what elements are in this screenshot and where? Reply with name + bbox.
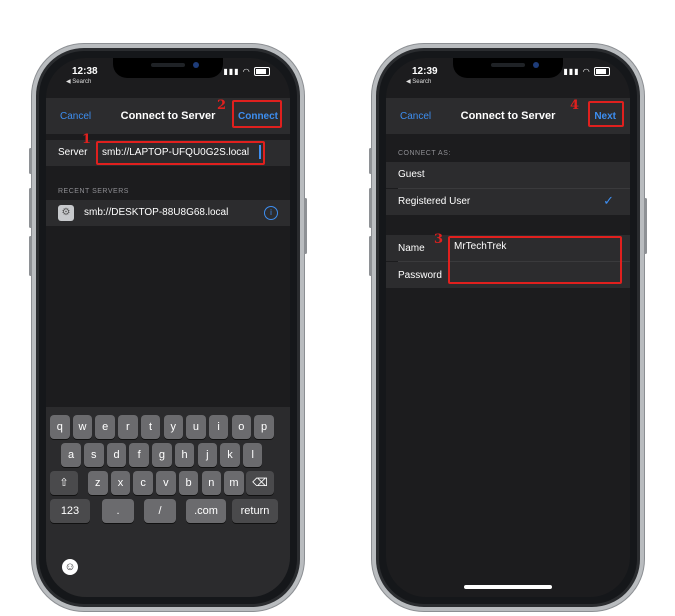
status-time: 12:39	[412, 66, 438, 77]
dotcom-key[interactable]: .com	[186, 499, 226, 523]
recent-servers-heading: RECENT SERVERS	[58, 188, 129, 195]
info-icon[interactable]: i	[264, 206, 278, 220]
recent-server-label: smb://DESKTOP-88U8G68.local	[84, 207, 229, 218]
connect-highlight-box	[232, 100, 282, 128]
key-z[interactable]: z	[88, 471, 108, 495]
slash-key[interactable]: /	[144, 499, 176, 523]
annotation-2: 2	[217, 98, 227, 113]
wifi-icon: ◠	[242, 67, 251, 76]
phone-side-button	[29, 236, 32, 276]
connect-as-heading: CONNECT AS:	[398, 150, 451, 157]
key-b[interactable]: b	[178, 471, 199, 495]
key-y[interactable]: y	[163, 415, 183, 439]
key-g[interactable]: g	[152, 443, 172, 467]
backspace-key-icon[interactable]: ⌫	[246, 471, 274, 495]
battery-icon	[594, 67, 610, 77]
guest-option[interactable]: Guest	[386, 162, 630, 188]
phone-side-button	[369, 188, 372, 228]
phone-side-button	[369, 148, 372, 174]
key-q[interactable]: q	[50, 415, 70, 439]
key-p[interactable]: p	[254, 415, 274, 439]
guest-label: Guest	[398, 169, 425, 180]
phone-side-button	[369, 236, 372, 276]
return-key[interactable]: return	[232, 499, 278, 523]
annotation-1: 1	[82, 132, 92, 147]
left-screen: 12:38 ◀ Search ▮▮▮ ◠ Cancel Connect to S…	[46, 58, 290, 597]
key-r[interactable]: r	[118, 415, 138, 439]
shift-key-icon[interactable]: ⇧	[50, 471, 78, 495]
name-label: Name	[398, 243, 425, 254]
key-h[interactable]: h	[174, 443, 195, 467]
keyboard: q w e r t y u i o p a s d f g h j k l ⇧ z x c v b n m ⌫ 123. / .com ret…	[46, 407, 290, 597]
annotation-3: 3	[434, 232, 444, 247]
key-o[interactable]: o	[231, 415, 252, 439]
key-c[interactable]: c	[133, 471, 153, 495]
key-k[interactable]: k	[220, 443, 240, 467]
emoji-icon[interactable]: ☺	[62, 559, 78, 575]
key-l[interactable]: l	[242, 443, 263, 467]
back-to-search-link[interactable]: ◀ Search	[66, 78, 91, 85]
status-icons: ▮▮▮ ◠	[223, 67, 270, 77]
key-u[interactable]: u	[186, 415, 206, 439]
phone-power-button	[304, 198, 307, 254]
status-bar: 12:39 ◀ Search ▮▮▮ ◠	[386, 66, 630, 90]
annotation-4: 4	[570, 98, 580, 113]
period-key[interactable]: .	[102, 499, 134, 523]
key-i[interactable]: i	[208, 415, 229, 439]
back-to-search-link[interactable]: ◀ Search	[406, 78, 431, 85]
server-highlight-box	[96, 141, 265, 165]
key-t[interactable]: t	[140, 415, 161, 439]
numbers-key[interactable]: 123	[50, 499, 90, 523]
signal-icon: ▮▮▮	[563, 67, 580, 76]
status-time: 12:38	[72, 66, 98, 77]
status-bar: 12:38 ◀ Search ▮▮▮ ◠	[46, 66, 290, 90]
phone-side-button	[29, 188, 32, 228]
key-w[interactable]: w	[72, 415, 93, 439]
checkmark-icon: ✓	[603, 193, 614, 208]
server-label: Server	[58, 147, 88, 158]
key-a[interactable]: a	[61, 443, 81, 467]
battery-icon	[254, 67, 270, 77]
left-phone-frame: 12:38 ◀ Search ▮▮▮ ◠ Cancel Connect to S…	[29, 44, 307, 611]
key-x[interactable]: x	[110, 471, 131, 495]
key-s[interactable]: s	[84, 443, 104, 467]
credentials-highlight-box	[448, 236, 622, 284]
key-e[interactable]: e	[95, 415, 115, 439]
server-folder-icon: ⚙	[58, 205, 74, 221]
next-highlight-box	[588, 101, 624, 127]
password-label: Password	[398, 270, 442, 281]
registered-user-option[interactable]: Registered User ✓	[386, 189, 630, 215]
phone-power-button	[644, 198, 647, 254]
wifi-icon: ◠	[582, 67, 591, 76]
key-d[interactable]: d	[106, 443, 127, 467]
status-icons: ▮▮▮ ◠	[563, 67, 610, 77]
key-f[interactable]: f	[129, 443, 149, 467]
signal-icon: ▮▮▮	[223, 67, 240, 76]
phone-side-button	[29, 148, 32, 174]
key-n[interactable]: n	[201, 471, 221, 495]
right-phone-frame: 12:39 ◀ Search ▮▮▮ ◠ Cancel Connect to S…	[369, 44, 647, 611]
key-j[interactable]: j	[197, 443, 218, 467]
registered-user-label: Registered User	[398, 196, 471, 207]
right-screen: 12:39 ◀ Search ▮▮▮ ◠ Cancel Connect to S…	[386, 58, 630, 597]
key-m[interactable]: m	[224, 471, 244, 495]
home-indicator	[464, 585, 552, 589]
recent-server-item[interactable]: ⚙ smb://DESKTOP-88U8G68.local i	[46, 200, 290, 226]
key-v[interactable]: v	[156, 471, 176, 495]
